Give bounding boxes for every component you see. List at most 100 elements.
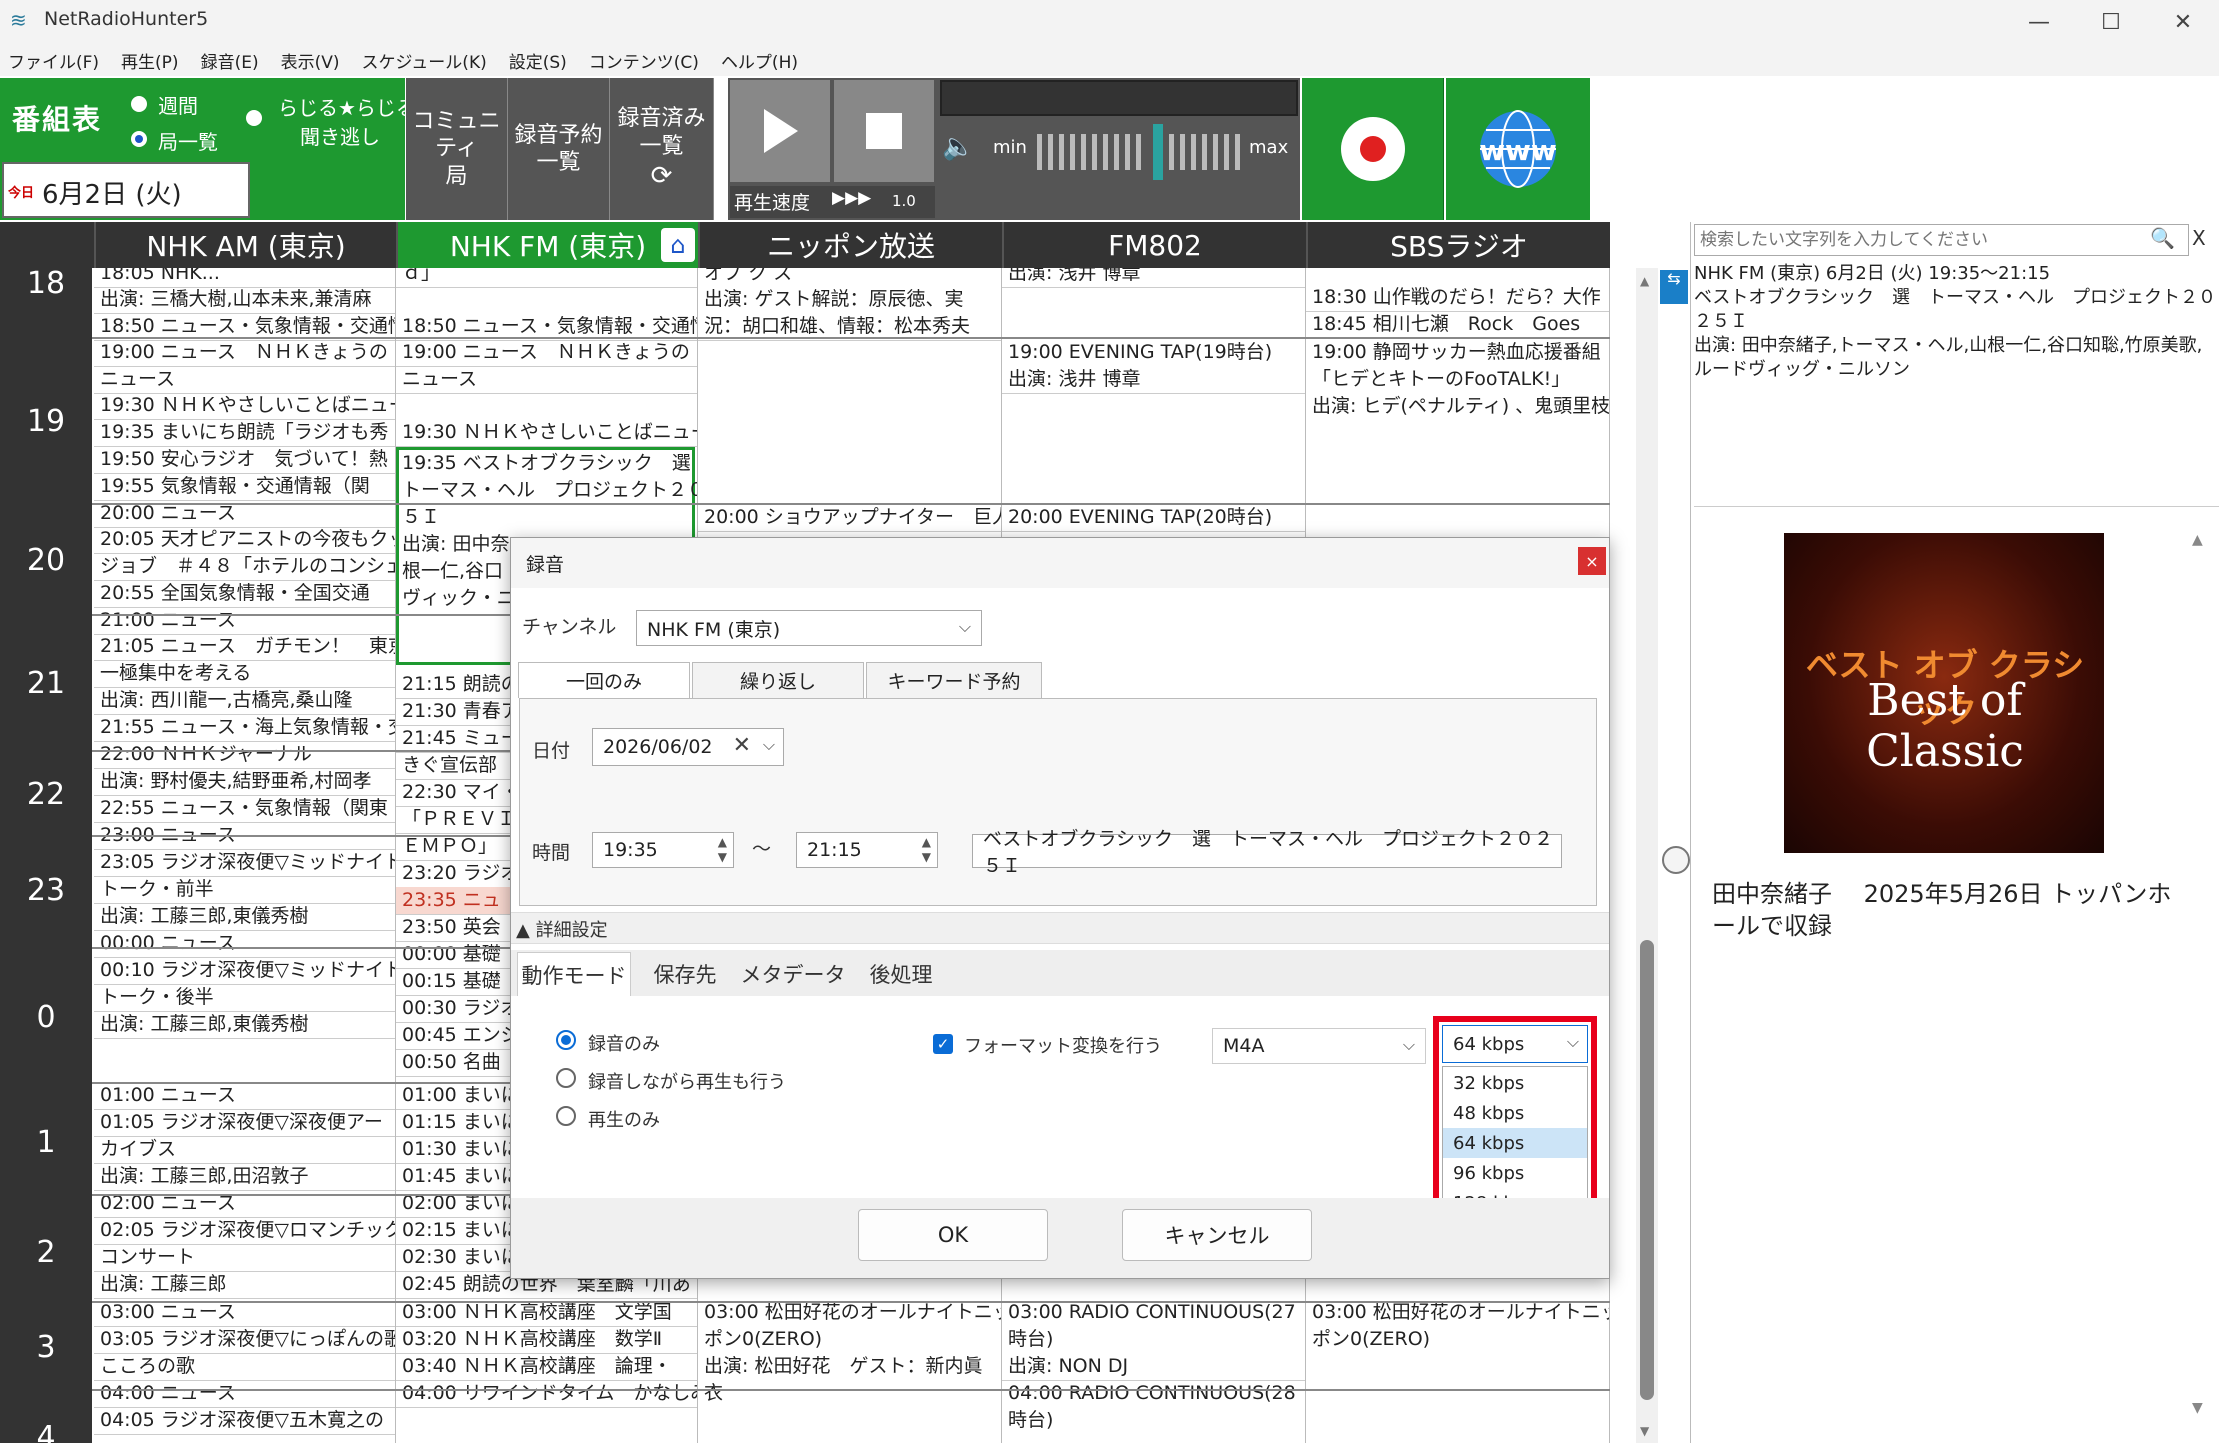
program[interactable]: 時台) (1002, 1326, 1305, 1353)
search-clear-button[interactable]: X (2192, 226, 2206, 250)
program[interactable]: 時台) (1002, 1407, 1305, 1434)
volume-slider[interactable] (1033, 124, 1247, 180)
program[interactable]: 23:05 ラジオ深夜便▽ミッドナイト (94, 849, 395, 877)
mode-record-only-radio[interactable] (556, 1030, 576, 1050)
chevron-down-icon[interactable]: ⌵ (763, 735, 775, 755)
bitrate-select[interactable]: 64 kbps ⌵ (1442, 1025, 1588, 1063)
program[interactable]: 03:00 松田好花のオールナイトニッ (1306, 1299, 1609, 1326)
program[interactable]: ５Ｉ (396, 504, 697, 531)
program[interactable]: 19:00 静岡サッカー熱血応援番組 (1306, 339, 1609, 366)
tab-post-process[interactable]: 後処理 (853, 952, 949, 996)
program[interactable]: 出演: 西川龍一,古橋亮,桑山隆 (94, 687, 395, 715)
detail-settings-bar[interactable] (511, 912, 1609, 944)
program[interactable]: 01:05 ラジオ深夜便▽深夜便アー (94, 1109, 395, 1137)
mode-record-play-label[interactable]: 録音しながら再生も行う (588, 1068, 786, 1094)
program[interactable]: 19:35 ベストオブクラシック 選 (396, 450, 697, 477)
menu-contents[interactable]: コンテンツ(C) (589, 48, 699, 73)
maximize-button[interactable]: ☐ (2075, 0, 2147, 44)
scroll-up-arrow-icon[interactable]: ▲ (1640, 274, 1649, 288)
program[interactable]: 19:30 ＮＨＫやさしいことばニュース (396, 419, 697, 447)
program[interactable]: 出演: 浅井 博章 (1002, 268, 1305, 288)
record-button[interactable] (1302, 78, 1444, 220)
program[interactable]: 22:00 ＮＨＫジャーナル (94, 741, 395, 769)
spin-icon[interactable]: ▲ ▼ (922, 835, 931, 865)
program[interactable]: ｄ」 (396, 268, 697, 288)
splitter-handle[interactable] (1662, 846, 1690, 874)
program[interactable]: トーク・前半 (94, 876, 395, 904)
program[interactable]: 00:10 ラジオ深夜便▽ミッドナイト (94, 957, 395, 985)
close-button[interactable]: ✕ (2147, 0, 2219, 44)
program[interactable]: 04:00 ニュース (94, 1380, 395, 1408)
program[interactable]: 18:05 NHK... (94, 268, 395, 288)
bitrate-option[interactable]: 96 kbps (1443, 1158, 1587, 1188)
date-field[interactable]: 2026/06/02 ✕ ⌵ (592, 728, 784, 766)
program[interactable]: 20:00 EVENING TAP(20時台) (1002, 504, 1305, 532)
program[interactable]: トーク・後半 (94, 984, 395, 1012)
detail-scroll-up-icon[interactable]: ▲ (2192, 532, 2203, 548)
program[interactable]: 出演: ヒデ(ペナルティ) 、鬼頭里枝 (1306, 393, 1609, 420)
program[interactable]: こころの歌 (94, 1353, 395, 1381)
mode-record-play-radio[interactable] (556, 1068, 576, 1088)
play-button[interactable] (730, 80, 830, 182)
program[interactable]: 00:00 ニュース (94, 930, 395, 958)
program[interactable]: 「ヒデとキトーのFooTALK!」 (1306, 366, 1609, 393)
program[interactable]: 19:55 気象情報・交通情報（関 (94, 473, 395, 501)
station-fm802[interactable]: FM802 (1002, 222, 1306, 268)
bitrate-option[interactable]: 32 kbps (1443, 1068, 1587, 1098)
program[interactable]: 03:20 ＮＨＫ高校講座 数学Ⅱ (396, 1326, 697, 1354)
program[interactable]: 出演: 三橋大樹,山本未来,兼清麻 (94, 286, 395, 314)
program[interactable]: オブ ク ス (698, 268, 1001, 287)
program[interactable]: 03:00 ニュース (94, 1299, 395, 1327)
tab-metadata[interactable]: メタデータ (737, 952, 849, 996)
mode-record-only-label[interactable]: 録音のみ (588, 1030, 660, 1056)
start-time-field[interactable]: 19:35 ▲ ▼ (592, 832, 734, 868)
menu-help[interactable]: ヘルプ(H) (721, 48, 798, 73)
view-week-label[interactable]: 週間 (158, 90, 198, 119)
program[interactable]: 04:00 RADIO CONTINUOUS(28 (1002, 1380, 1305, 1407)
program[interactable]: 01:00 ニュース (94, 1082, 395, 1110)
program[interactable]: ポン0(ZERO) (1306, 1326, 1609, 1353)
program[interactable]: 出演: NON DJ (1002, 1353, 1305, 1381)
detail-scroll-down-icon[interactable]: ▼ (2192, 1400, 2203, 1416)
program[interactable]: 18:45 相川七瀬 Rock Goes (1306, 311, 1609, 339)
tab-once[interactable]: 一回のみ (518, 662, 690, 698)
station-nhk-am[interactable]: NHK AM (東京) (94, 222, 396, 268)
program-title-field[interactable]: ベストオブクラシック 選 トーマス・ヘル プロジェクト２０２５Ｉ (972, 828, 1562, 877)
web-button[interactable]: www (1446, 78, 1590, 220)
program[interactable]: 出演: 松田好花 ゲスト：新内眞 (698, 1353, 1001, 1380)
ok-button[interactable]: OK (858, 1209, 1048, 1261)
view-list-radio[interactable] (131, 131, 147, 147)
speaker-icon[interactable]: 🔈 (942, 132, 974, 162)
recorded-list-button[interactable]: 録音済み 一覧 ⟳ (610, 78, 714, 220)
program[interactable]: ニュース (396, 366, 697, 394)
program[interactable]: 出演: 工藤三郎,東儀秀樹 (94, 903, 395, 931)
program[interactable]: 19:30 ＮＨＫやさしいことばニュース (94, 392, 395, 420)
tab-keyword[interactable]: キーワード予約 (866, 662, 1042, 698)
program[interactable]: 20:05 天才ピアニストの今夜もクッ (94, 526, 395, 554)
rec-reserve-list-button[interactable]: 録音予約 一覧 (508, 78, 610, 220)
dialog-close-button[interactable]: × (1578, 547, 1606, 575)
station-nhk-fm[interactable]: NHK FM (東京) (396, 222, 698, 268)
program[interactable]: 19:00 EVENING TAP(19時台) (1002, 339, 1305, 366)
radiko-label-1[interactable]: らじる★らじる (278, 92, 416, 121)
mode-play-only-radio[interactable] (556, 1106, 576, 1126)
menu-view[interactable]: 表示(V) (281, 48, 340, 73)
program[interactable]: 出演: ゲスト解説：原辰徳、実 (698, 286, 1001, 313)
panel-toggle-icon[interactable]: ⇆ (1660, 270, 1688, 304)
tab-mode[interactable]: 動作モード (517, 952, 631, 996)
radiko-label-2[interactable]: 聞き逃し (300, 121, 380, 150)
search-input[interactable] (1698, 226, 2138, 254)
program[interactable]: 19:50 安心ラジオ 気づいて！熱 (94, 446, 395, 474)
program[interactable]: 03:05 ラジオ深夜便▽にっぽんの歌 (94, 1326, 395, 1354)
program[interactable]: カイブス (94, 1136, 395, 1164)
program[interactable]: 03:00 松田好花のオールナイトニッ (698, 1299, 1001, 1326)
detail-settings-toggle[interactable]: ▲ 詳細設定 (516, 916, 608, 942)
format-convert-label[interactable]: フォーマット変換を行う (964, 1032, 1162, 1058)
program[interactable]: 21:05 ニュース ガチモン！ 東京 (94, 633, 395, 661)
tab-save-location[interactable]: 保存先 (637, 952, 733, 996)
cancel-button[interactable]: キャンセル (1122, 1209, 1312, 1261)
program[interactable]: 18:30 山作戦のだら！だら？大作 (1306, 284, 1609, 312)
program[interactable]: コンサート (94, 1244, 395, 1272)
program[interactable]: 出演: 野村優夫,結野亜希,村岡孝 (94, 768, 395, 796)
program[interactable]: 出演: 工藤三郎 (94, 1271, 395, 1299)
